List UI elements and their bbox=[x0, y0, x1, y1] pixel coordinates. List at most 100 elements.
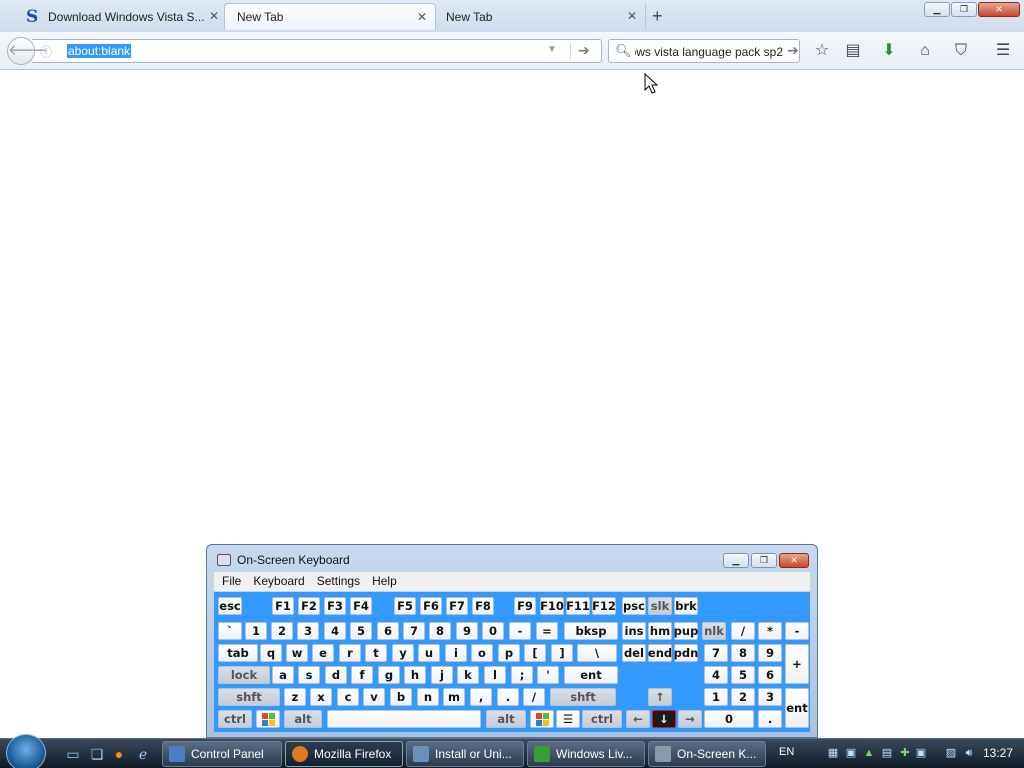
key-9[interactable]: 9 bbox=[758, 644, 782, 662]
key-9[interactable]: 9 bbox=[456, 622, 478, 640]
key-c[interactable]: c bbox=[337, 688, 359, 706]
key-backtick[interactable]: ` bbox=[218, 622, 242, 640]
key-backslash[interactable]: \ bbox=[577, 644, 617, 662]
key-ctrl[interactable]: ctrl bbox=[582, 710, 622, 728]
key-f1[interactable]: F1 bbox=[272, 597, 294, 615]
key-o[interactable]: o bbox=[471, 644, 493, 662]
key-quote[interactable]: ' bbox=[537, 666, 559, 684]
volume-icon[interactable]: 🔊︎ bbox=[962, 746, 976, 760]
key-g[interactable]: g bbox=[378, 666, 400, 684]
url-bar[interactable]: ⓘ about:blank ▼ ➔ bbox=[32, 39, 602, 63]
key-0[interactable]: 0 bbox=[482, 622, 504, 640]
key-f4[interactable]: F4 bbox=[350, 597, 372, 615]
key-l[interactable]: l bbox=[484, 666, 506, 684]
menu-settings[interactable]: Settings bbox=[311, 572, 366, 591]
close-tab-icon[interactable]: ✕ bbox=[627, 9, 637, 23]
key-period[interactable]: . bbox=[758, 710, 782, 728]
switch-windows-icon[interactable]: ❏ bbox=[88, 745, 106, 763]
key-period[interactable]: . bbox=[497, 688, 519, 706]
key-brk[interactable]: brk bbox=[674, 597, 698, 615]
key-lbracket[interactable]: [ bbox=[524, 644, 546, 662]
key-1[interactable]: 1 bbox=[245, 622, 267, 640]
key-ent[interactable]: ent bbox=[564, 666, 618, 684]
key-down-arrow[interactable]: ↓ bbox=[652, 710, 676, 728]
key-shft[interactable]: shft bbox=[550, 688, 616, 706]
key-slash[interactable]: / bbox=[523, 688, 545, 706]
key-1[interactable]: 1 bbox=[704, 688, 728, 706]
key-i[interactable]: i bbox=[445, 644, 467, 662]
key-rbracket[interactable]: ] bbox=[551, 644, 573, 662]
key-h[interactable]: h bbox=[404, 666, 426, 684]
url-text[interactable]: about:blank bbox=[67, 44, 132, 58]
key-asterisk[interactable]: * bbox=[758, 622, 782, 640]
key-7[interactable]: 7 bbox=[403, 622, 425, 640]
key-4[interactable]: 4 bbox=[704, 666, 728, 684]
taskbar-windows-live[interactable]: Windows Liv... bbox=[527, 741, 645, 767]
key-esc[interactable]: esc bbox=[218, 597, 242, 615]
tab-new-tab[interactable]: New Tab ✕ bbox=[434, 3, 646, 30]
key-f11[interactable]: F11 bbox=[566, 597, 590, 615]
key-6[interactable]: 6 bbox=[758, 666, 782, 684]
language-indicator[interactable]: EN bbox=[779, 746, 794, 758]
show-desktop-icon[interactable]: ▭ bbox=[64, 745, 82, 763]
key-d[interactable]: d bbox=[325, 666, 347, 684]
key-b[interactable]: b bbox=[390, 688, 412, 706]
close-window-button[interactable]: ✕ bbox=[978, 2, 1020, 17]
tray-app-icon[interactable]: ▣ bbox=[914, 746, 928, 760]
tab-new-tab-active[interactable]: New Tab ✕ bbox=[224, 3, 436, 30]
key-del[interactable]: del bbox=[622, 644, 646, 662]
key-4[interactable]: 4 bbox=[324, 622, 346, 640]
taskbar-install-uninstall[interactable]: Install or Uni... bbox=[406, 741, 524, 767]
go-arrow-icon[interactable]: ➔ bbox=[578, 42, 590, 59]
menu-help[interactable]: Help bbox=[366, 572, 403, 591]
osk-close-button[interactable]: ✕ bbox=[779, 553, 809, 568]
tray-app-icon[interactable]: ▣ bbox=[844, 746, 858, 760]
downloads-icon[interactable]: ⬇ bbox=[878, 40, 900, 62]
osk-minimize-button[interactable]: ▁ bbox=[723, 553, 749, 568]
key-slk[interactable]: slk bbox=[648, 597, 672, 615]
key-win[interactable] bbox=[530, 710, 554, 728]
tray-app-icon[interactable]: ▤ bbox=[880, 746, 894, 760]
key-5[interactable]: 5 bbox=[731, 666, 755, 684]
key-comma[interactable]: , bbox=[470, 688, 492, 706]
key-q[interactable]: q bbox=[260, 644, 282, 662]
key-7[interactable]: 7 bbox=[704, 644, 728, 662]
key-ctrl[interactable]: ctrl bbox=[218, 710, 252, 728]
key-nlk[interactable]: nlk bbox=[702, 622, 726, 640]
key-minus[interactable]: - bbox=[785, 622, 809, 640]
key-8[interactable]: 8 bbox=[731, 644, 755, 662]
key-ent[interactable]: ent bbox=[785, 688, 809, 728]
back-button[interactable]: 🡐 bbox=[7, 37, 48, 65]
key-lock[interactable]: lock bbox=[218, 666, 270, 684]
key-alt[interactable]: alt bbox=[486, 710, 526, 728]
key-left-arrow[interactable]: ← bbox=[626, 710, 650, 728]
tray-update-icon[interactable]: ▲ bbox=[862, 746, 876, 760]
key-v[interactable]: v bbox=[363, 688, 385, 706]
key-menu[interactable]: ☰ bbox=[556, 710, 580, 728]
key-j[interactable]: j bbox=[431, 666, 453, 684]
menu-icon[interactable]: ☰ bbox=[992, 40, 1014, 62]
close-tab-icon[interactable]: ✕ bbox=[417, 10, 427, 24]
key-3[interactable]: 3 bbox=[297, 622, 319, 640]
key-3[interactable]: 3 bbox=[758, 688, 782, 706]
key-8[interactable]: 8 bbox=[429, 622, 451, 640]
key-y[interactable]: y bbox=[392, 644, 414, 662]
key-r[interactable]: r bbox=[339, 644, 361, 662]
key-pdn[interactable]: pdn bbox=[674, 644, 698, 662]
key-w[interactable]: w bbox=[286, 644, 308, 662]
key-6[interactable]: 6 bbox=[377, 622, 399, 640]
key-2[interactable]: 2 bbox=[731, 688, 755, 706]
key-u[interactable]: u bbox=[418, 644, 440, 662]
key-psc[interactable]: psc bbox=[622, 597, 646, 615]
key-f3[interactable]: F3 bbox=[324, 597, 346, 615]
key-f2[interactable]: F2 bbox=[298, 597, 320, 615]
key-tab[interactable]: tab bbox=[218, 644, 258, 662]
key-k[interactable]: k bbox=[457, 666, 479, 684]
bookmark-star-icon[interactable]: ☆ bbox=[811, 40, 833, 62]
firefox-launch-icon[interactable]: ● bbox=[110, 745, 128, 763]
taskbar-control-panel[interactable]: Control Panel bbox=[162, 741, 282, 767]
reading-list-icon[interactable]: ▤ bbox=[842, 40, 864, 62]
clock[interactable]: 13:27 bbox=[983, 746, 1013, 760]
internet-explorer-icon[interactable]: ℯ bbox=[134, 745, 152, 763]
search-go-icon[interactable]: ➔ bbox=[787, 42, 799, 59]
